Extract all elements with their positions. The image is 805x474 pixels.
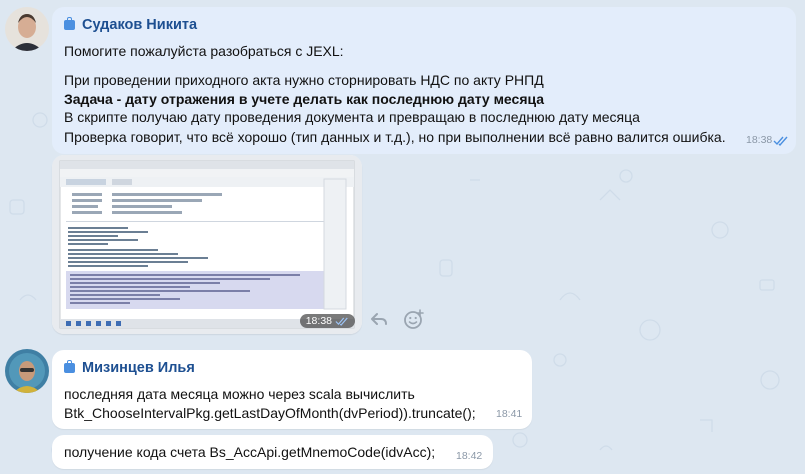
attached-screenshot-image[interactable]: 18:38 (52, 155, 362, 334)
message-bubble-mizintsev[interactable]: Мизинцев Илья последняя дата месяца можн… (52, 350, 532, 429)
message-time: 18:41 (496, 408, 523, 420)
read-check-icon (335, 317, 348, 326)
reply-icon[interactable] (369, 309, 389, 329)
message-line-bold: Задача - дату отражения в учете делать к… (64, 91, 545, 107)
message-time: 18:38 (746, 134, 773, 146)
message-line: последняя дата месяца можно через scala … (64, 386, 415, 402)
emoji-reaction-icon[interactable] (403, 308, 425, 330)
avatar-sudakov[interactable] (5, 7, 49, 51)
read-check-icon (773, 136, 788, 146)
sender-name[interactable]: Судаков Никита (64, 17, 197, 33)
image-time-badge: 18:38 (299, 314, 355, 328)
message-line: При проведении приходного акта нужно сто… (64, 72, 544, 88)
sender-badge-icon (64, 360, 75, 373)
message-line: получение кода счета Bs_AccApi.getMnemoC… (64, 444, 436, 460)
avatar-mizintsev[interactable] (5, 349, 49, 393)
message-line: Помогите пожалуйста разобраться с JEXL: (64, 43, 344, 59)
message-bubble-sudakov[interactable]: Судаков Никита Помогите пожалуйста разоб… (52, 7, 796, 154)
message-time: 18:42 (456, 450, 483, 462)
sender-name[interactable]: Мизинцев Илья (64, 360, 195, 376)
message-line: В скрипте получаю дату проведения докуме… (64, 109, 640, 125)
message-line: Проверка говорит, что всё хорошо (тип да… (64, 129, 726, 145)
message-line: Btk_ChooseIntervalPkg.getLastDayOfMonth(… (64, 405, 476, 421)
message-bubble-mizintsev-followup[interactable]: получение кода счета Bs_AccApi.getMnemoC… (52, 435, 493, 469)
sender-badge-icon (64, 17, 75, 30)
